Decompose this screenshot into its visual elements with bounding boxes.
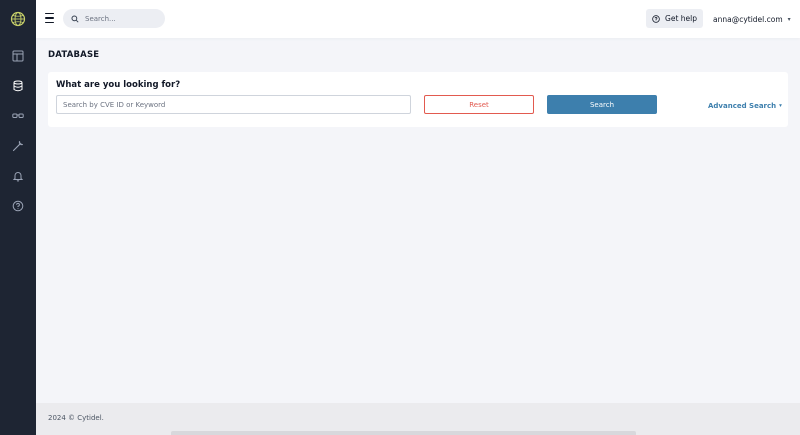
bell-icon	[12, 172, 24, 182]
globe-logo-icon[interactable]	[10, 11, 26, 27]
global-search	[63, 9, 165, 28]
sidebar-item-dashboard[interactable]	[0, 41, 36, 71]
glasses-icon	[12, 113, 24, 118]
footer-scroll-bar	[171, 431, 636, 435]
top-bar: Get help anna@cytidel.com ▾	[36, 0, 800, 38]
sidebar-item-help[interactable]	[0, 191, 36, 221]
chevron-down-icon: ▾	[779, 103, 782, 109]
get-help-label: Get help	[665, 14, 697, 23]
help-icon	[652, 14, 660, 23]
chevron-down-icon: ▾	[787, 15, 791, 23]
advanced-search-toggle[interactable]: Advanced Search ▾	[708, 102, 782, 110]
global-search-input[interactable]	[85, 14, 165, 23]
copyright-text: 2024 © Cytidel.	[48, 414, 104, 422]
advanced-search-label: Advanced Search	[708, 102, 777, 110]
sidebar-item-tools[interactable]	[0, 131, 36, 161]
sidebar-item-notifications[interactable]	[0, 161, 36, 191]
get-help-button[interactable]: Get help	[646, 9, 703, 28]
sidebar	[0, 0, 36, 435]
search-card-label: What are you looking for?	[56, 80, 181, 90]
layout-icon	[12, 50, 24, 62]
sidebar-item-database[interactable]	[0, 71, 36, 101]
footer: 2024 © Cytidel.	[36, 403, 800, 435]
wrench-icon	[12, 141, 23, 152]
database-icon	[13, 80, 23, 92]
search-button[interactable]: Search	[547, 95, 657, 114]
user-email: anna@cytidel.com	[713, 14, 783, 24]
sidebar-item-watch[interactable]	[0, 101, 36, 131]
search-card: What are you looking for? Reset Search A…	[48, 72, 788, 127]
cve-search-input[interactable]	[56, 95, 411, 114]
page-title: DATABASE	[48, 50, 100, 60]
reset-button[interactable]: Reset	[424, 95, 534, 114]
user-menu[interactable]: anna@cytidel.com ▾	[713, 13, 791, 25]
menu-toggle-icon[interactable]	[45, 12, 54, 24]
search-icon	[71, 14, 79, 23]
help-circle-icon	[12, 200, 24, 212]
